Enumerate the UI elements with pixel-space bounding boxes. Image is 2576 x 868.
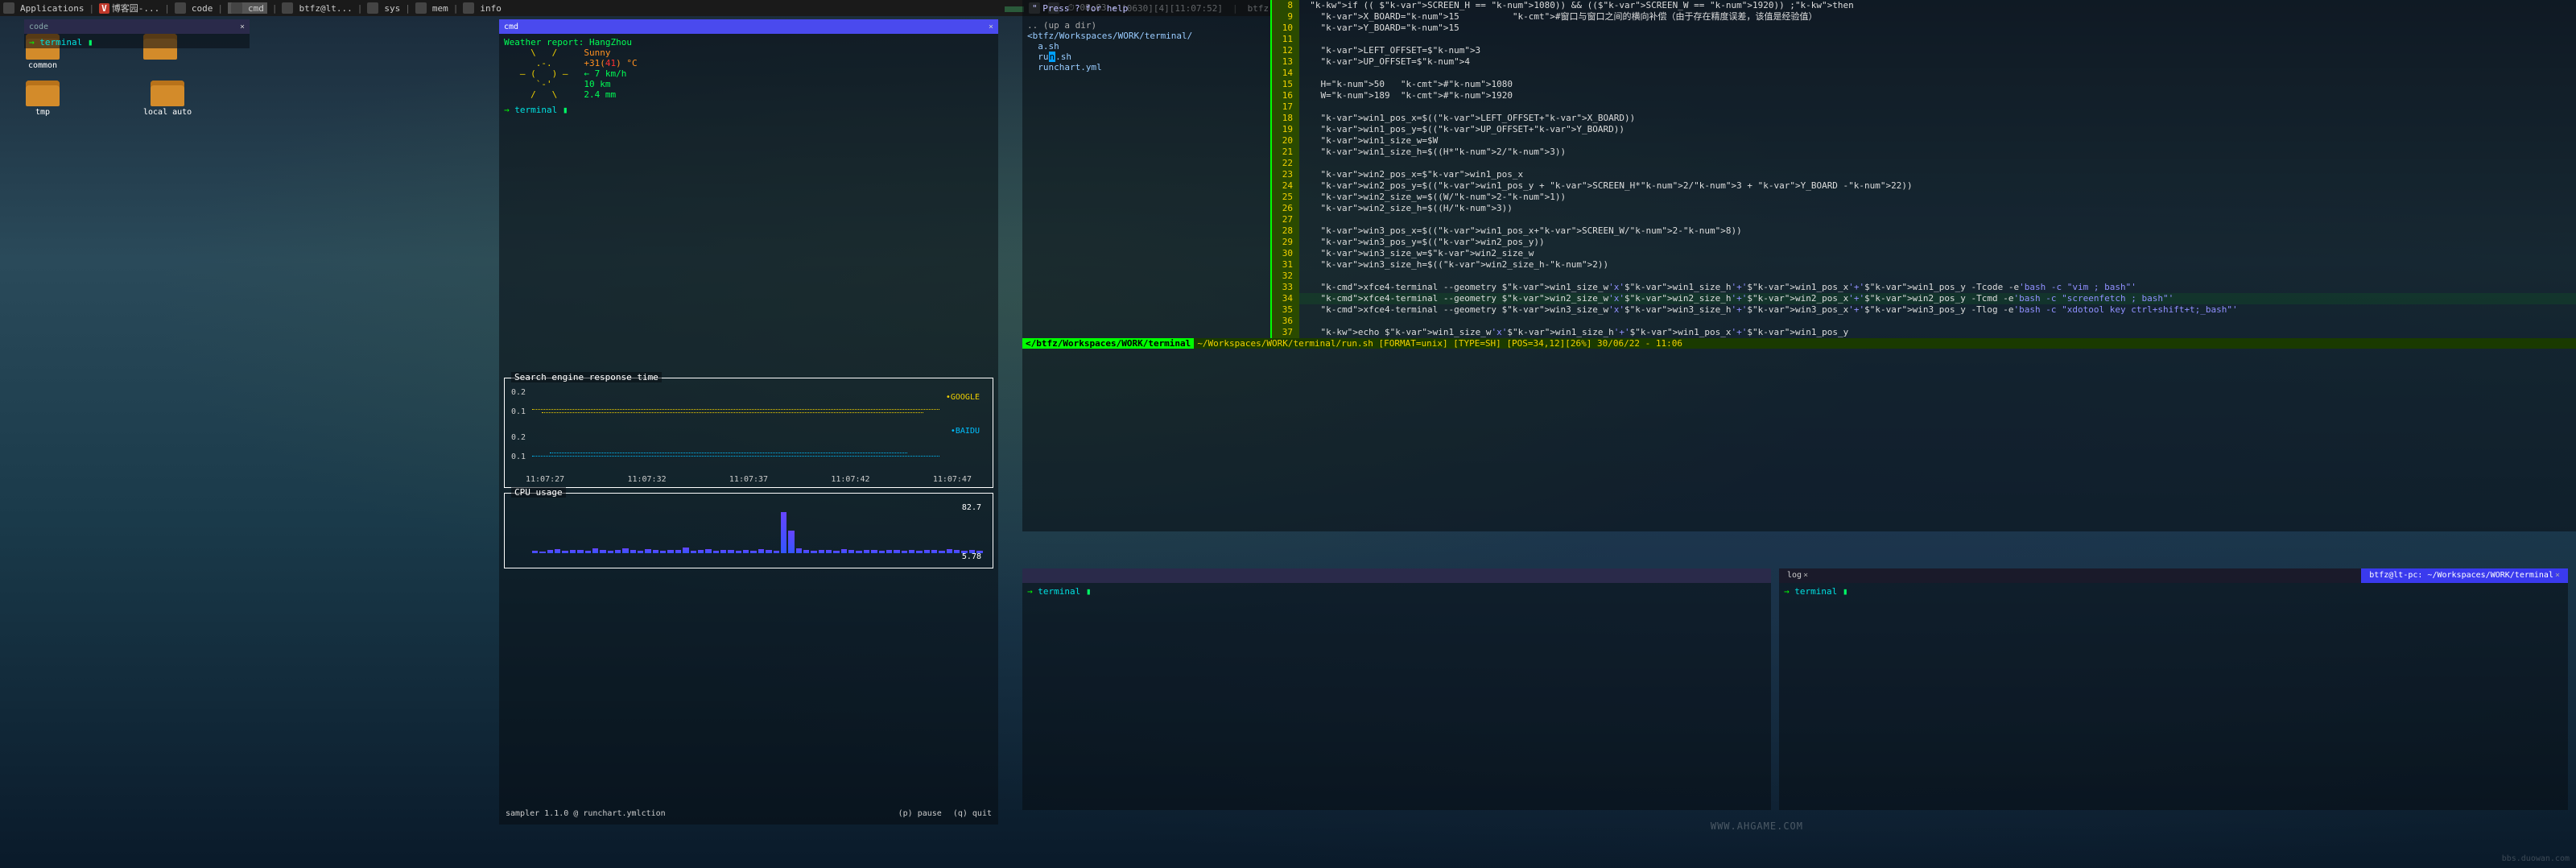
desktop-folder-tmp[interactable]: tmp: [26, 81, 60, 117]
close-icon[interactable]: ×: [240, 23, 245, 31]
prompt[interactable]: → terminal ▮: [29, 37, 93, 48]
task-info[interactable]: info: [463, 2, 502, 14]
chart-cpu: CPU usage 82.7 5.78: [504, 493, 993, 568]
folder-icon: [151, 81, 184, 106]
weather-header: Weather report: HangZhou: [504, 37, 993, 48]
close-icon[interactable]: ×: [1803, 571, 1808, 580]
netrw-file[interactable]: runchart.yml: [1027, 62, 1265, 72]
code-line[interactable]: 11: [1272, 34, 2576, 45]
window-terminal-bottom[interactable]: → terminal ▮: [1022, 568, 1771, 810]
vim-buffer[interactable]: 8 "k-kw">if (( $"k-var">SCREEN_H == "k-n…: [1272, 0, 2576, 338]
code-line[interactable]: 26 "k-var">win2_size_h=$((H/"k-num">3)): [1272, 203, 2576, 214]
quit-hint[interactable]: (q) quit: [953, 809, 992, 818]
task-btfz[interactable]: btfz@lt...: [282, 2, 352, 14]
desktop-folder-localauto[interactable]: local auto: [143, 81, 192, 117]
chart-response-time: Search engine response time 0.2 0.1 0.2 …: [504, 378, 993, 488]
watermark-ahgame: WWW.AHGAME.COM: [1711, 820, 1803, 832]
sampler-statusline: sampler 1.1.0 @ runchart.ymlction (p) pa…: [506, 809, 992, 818]
netrw-file[interactable]: a.sh: [1027, 41, 1265, 52]
code-line[interactable]: 19 "k-var">win1_pos_y=$(("k-var">UP_OFFS…: [1272, 124, 2576, 135]
code-line[interactable]: 27: [1272, 214, 2576, 225]
titlebar-code[interactable]: code×: [24, 19, 250, 34]
code-line[interactable]: 35 "k-cmd">xfce4-terminal --geometry $"k…: [1272, 304, 2576, 316]
chart-title: CPU usage: [511, 487, 566, 498]
v-icon: V: [99, 3, 109, 14]
task-blog[interactable]: V博客园-...: [99, 2, 159, 14]
legend-baidu: •BAIDU: [951, 427, 980, 436]
window-code[interactable]: code× → terminal ▮: [24, 19, 250, 48]
code-line[interactable]: 31 "k-var">win3_size_h=$(("k-var">win2_s…: [1272, 259, 2576, 271]
vim-netrw[interactable]: " Press ? for help .. (up a dir) <btfz/W…: [1022, 0, 1272, 338]
task-sys[interactable]: sys: [367, 2, 400, 14]
code-line[interactable]: 15 H="k-num">50 "k-cmt">#"k-num">1080: [1272, 79, 2576, 90]
applications-label: Applications: [20, 3, 84, 14]
code-line[interactable]: 36: [1272, 316, 2576, 327]
code-line[interactable]: 17: [1272, 101, 2576, 113]
code-line[interactable]: 24 "k-var">win2_pos_y=$(("k-var">win1_po…: [1272, 180, 2576, 192]
weather-block: Weather report: HangZhou \ / Sunny .-. +…: [504, 37, 993, 100]
weather-ascii: \ / Sunny .-. +31(41) °C ― ( ) ― ← 7 km/…: [504, 48, 993, 100]
vim-help-hint: " Press ? for help: [1027, 2, 1265, 15]
netrw-file-run[interactable]: run.sh: [1027, 52, 1265, 62]
prompt[interactable]: → terminal ▮: [1027, 586, 1091, 597]
tabbar: log× btfz@lt-pc: ~/Workspaces/WORK/termi…: [1779, 568, 2568, 583]
vim-statusline: </btfz/Workspaces/WORK/terminal ~/Worksp…: [1022, 338, 2576, 349]
code-line[interactable]: 29 "k-var">win3_pos_y=$(("k-var">win2_po…: [1272, 237, 2576, 248]
cpu-graph-icon[interactable]: [1005, 2, 1024, 14]
netrw-path: <btfz/Workspaces/WORK/terminal/: [1027, 31, 1265, 41]
code-line[interactable]: 9 "k-var">X_BOARD="k-num">15 "k-cmt">#窗口…: [1272, 11, 2576, 23]
watermark-duowan: bbs.duowan.com: [2502, 854, 2570, 863]
code-line[interactable]: 20 "k-var">win1_size_w=$W: [1272, 135, 2576, 147]
vim-cursor: n: [1049, 52, 1056, 62]
applications-menu[interactable]: Applications: [3, 2, 84, 14]
code-line[interactable]: 32: [1272, 271, 2576, 282]
menu-icon: [3, 2, 14, 14]
task-mem[interactable]: mem: [415, 2, 448, 14]
close-icon[interactable]: ×: [989, 23, 993, 31]
code-line[interactable]: 16 W="k-num">189 "k-cmt">#"k-num">1920: [1272, 90, 2576, 101]
code-line[interactable]: 23 "k-var">win2_pos_x=$"k-var">win1_pos_…: [1272, 169, 2576, 180]
code-line[interactable]: 21 "k-var">win1_size_h=$((H*"k-num">2/"k…: [1272, 147, 2576, 158]
cpu-current: 5.78: [962, 552, 981, 561]
task-cmd[interactable]: cmd: [228, 2, 267, 14]
close-icon[interactable]: ×: [2555, 571, 2560, 580]
code-line[interactable]: 18 "k-var">win1_pos_x=$(("k-var">LEFT_OF…: [1272, 113, 2576, 124]
vim-status-path: </btfz/Workspaces/WORK/terminal: [1022, 338, 1194, 349]
code-line[interactable]: 22: [1272, 158, 2576, 169]
netrw-up[interactable]: .. (up a dir): [1027, 20, 1265, 31]
legend-google: •GOOGLE: [946, 393, 980, 402]
code-line[interactable]: 12 "k-var">LEFT_OFFSET=$"k-num">3: [1272, 45, 2576, 56]
window-vim[interactable]: " Press ? for help .. (up a dir) <btfz/W…: [1022, 0, 2576, 531]
chart-xticks: 11:07:27 11:07:32 11:07:37 11:07:42 11:0…: [510, 475, 988, 484]
code-line[interactable]: 10 "k-var">Y_BOARD="k-num">15: [1272, 23, 2576, 34]
task-code[interactable]: code: [175, 2, 213, 14]
code-line[interactable]: 28 "k-var">win3_pos_x=$(("k-var">win1_po…: [1272, 225, 2576, 237]
code-line[interactable]: 25 "k-var">win2_size_w=$((W/"k-num">2-"k…: [1272, 192, 2576, 203]
folder-icon: [26, 81, 60, 106]
code-line[interactable]: 30 "k-var">win3_size_w=$"k-var">win2_siz…: [1272, 248, 2576, 259]
prompt[interactable]: → terminal ▮: [504, 105, 568, 115]
code-line[interactable]: 8 "k-kw">if (( $"k-var">SCREEN_H == "k-n…: [1272, 0, 2576, 11]
sampler-version: sampler 1.1.0 @ runchart.ymlction: [506, 809, 666, 818]
chart-title: Search engine response time: [511, 372, 662, 382]
code-line[interactable]: 14: [1272, 68, 2576, 79]
code-line[interactable]: 37 "k-kw">echo $"k-var">win1_size_w'x'$"…: [1272, 327, 2576, 338]
tab-terminal[interactable]: btfz@lt-pc: ~/Workspaces/WORK/terminal×: [2361, 568, 2568, 583]
code-line[interactable]: 34 "k-cmd">xfce4-terminal --geometry $"k…: [1272, 293, 2576, 304]
titlebar-cmd[interactable]: cmd×: [499, 19, 998, 34]
cpu-bars: [532, 503, 983, 553]
titlebar[interactable]: [1022, 568, 1771, 583]
window-cmd[interactable]: cmd× Weather report: HangZhou \ / Sunny …: [499, 19, 998, 825]
window-log[interactable]: log× btfz@lt-pc: ~/Workspaces/WORK/termi…: [1779, 568, 2568, 810]
code-line[interactable]: 13 "k-var">UP_OFFSET=$"k-num">4: [1272, 56, 2576, 68]
code-line[interactable]: 33 "k-cmd">xfce4-terminal --geometry $"k…: [1272, 282, 2576, 293]
pause-hint[interactable]: (p) pause: [898, 809, 942, 818]
tab-log[interactable]: log×: [1779, 568, 1816, 583]
prompt[interactable]: → terminal ▮: [1784, 586, 1847, 597]
